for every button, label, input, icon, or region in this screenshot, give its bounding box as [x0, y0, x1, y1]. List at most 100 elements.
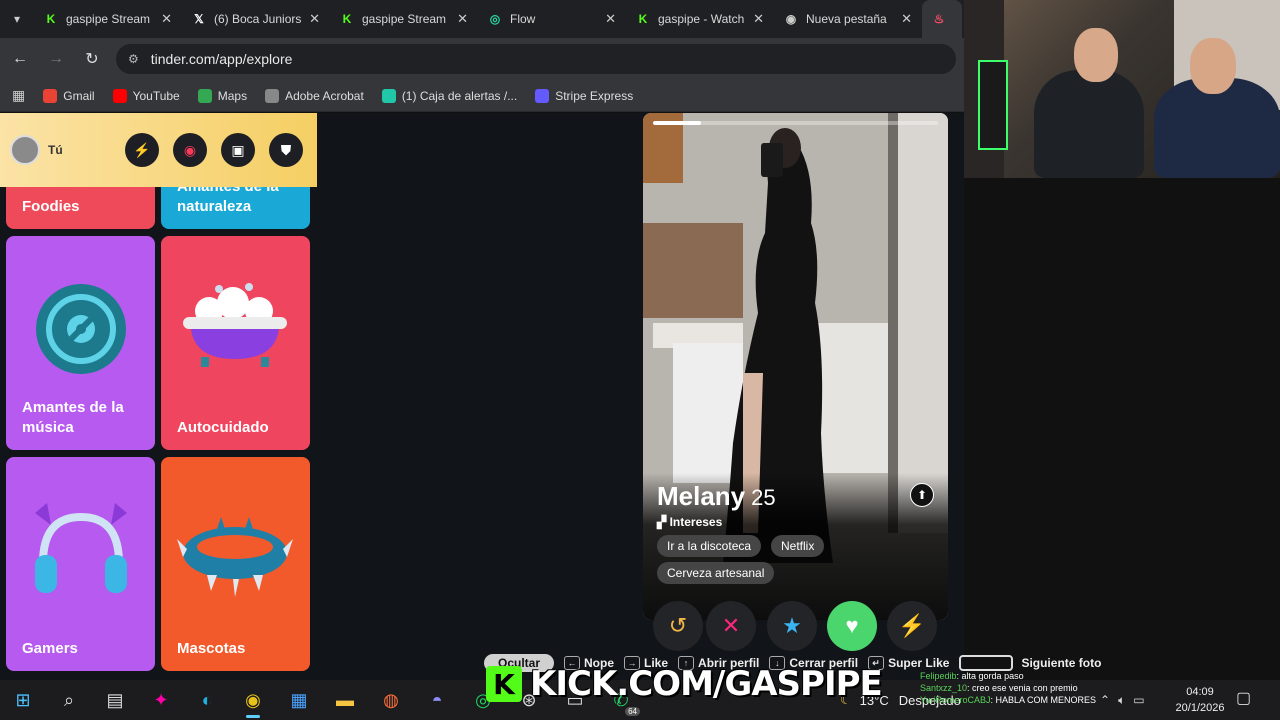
category-pets[interactable]: Mascotas — [161, 457, 310, 671]
rewind-icon: ↺ — [668, 613, 688, 638]
chat-message: Felipedib: alta gorda paso — [920, 670, 1220, 682]
store-icon[interactable]: ▦ — [276, 680, 322, 720]
open-profile-icon[interactable]: ⬆ — [910, 483, 934, 507]
close-tab-icon[interactable]: ✕ — [753, 11, 764, 27]
category-gamers[interactable]: Gamers — [6, 457, 155, 671]
kick-overlay: K KICK.COM/GASPIPE — [486, 664, 883, 704]
notifications-icon[interactable]: ▢ — [1236, 688, 1251, 708]
tab-0[interactable]: Kgaspipe Stream ✕ — [34, 0, 182, 38]
interest-chip: Ir a la discoteca — [657, 535, 762, 557]
search-icon[interactable]: ⌕ — [46, 680, 92, 720]
close-tab-icon[interactable]: ✕ — [901, 11, 912, 27]
x-icon: 𝕏 — [194, 12, 204, 26]
kick-icon: K — [342, 12, 352, 26]
tinder-page: Tú ⚡ ◉ ▣ ⛊ Foodies Amantes de la natural… — [0, 113, 964, 680]
tab-6[interactable]: ♨Ex — [922, 0, 962, 38]
back-button[interactable]: ← — [4, 50, 36, 68]
start-icon[interactable]: ⊞ — [0, 680, 46, 720]
tab-4[interactable]: Kgaspipe - Watch ✕ — [626, 0, 774, 38]
tab-title: gaspipe Stream — [362, 12, 447, 26]
super-like-button[interactable]: ★ — [767, 601, 817, 651]
category-nature[interactable]: Amantes de la naturaleza — [161, 187, 310, 229]
discord-icon[interactable]: ◓ — [414, 680, 460, 720]
boost-button[interactable]: ⚡ — [887, 601, 937, 651]
apps-icon[interactable]: ▦ — [12, 87, 25, 104]
shield-icon[interactable]: ⛊ — [269, 133, 303, 167]
user-label: Tú — [48, 143, 63, 157]
site-settings-icon[interactable]: ⚙ — [128, 52, 139, 66]
bookmark-item[interactable]: Stripe Express — [535, 88, 633, 103]
like-icon: ♥ — [845, 613, 859, 638]
stripe-icon — [535, 88, 550, 103]
explorer-icon[interactable]: ▬ — [322, 680, 368, 720]
address-bar[interactable]: ⚙ tinder.com/app/explore — [116, 44, 956, 74]
interest-chip: Netflix — [771, 535, 825, 557]
alerts-icon — [381, 88, 396, 103]
firefox-icon[interactable]: ◍ — [368, 680, 414, 720]
chat-text: : alta gorda paso — [956, 671, 1024, 681]
task-view-icon[interactable]: ▤ — [92, 680, 138, 720]
tab-3[interactable]: ◎ Flow ✕ — [478, 0, 626, 38]
close-tab-icon[interactable]: ✕ — [457, 11, 468, 27]
shortcut-super-like: Super Like — [888, 656, 950, 670]
explore-icon[interactable]: ◉ — [173, 133, 207, 167]
tab-5[interactable]: ◉ Nueva pestaña ✕ — [774, 0, 922, 38]
like-button[interactable]: ♥ — [827, 601, 877, 651]
category-music[interactable]: Amantes de la música — [6, 236, 155, 450]
headphones-icon — [35, 503, 127, 593]
profile-card[interactable]: Melany 25 ⬆ ▞ Intereses Ir a la discotec… — [643, 113, 948, 620]
bookmark-item[interactable]: YouTube — [112, 88, 180, 103]
shortcut-next-photo: Siguiente foto — [1021, 656, 1102, 670]
kick-icon: K — [46, 12, 56, 26]
bathtub-icon — [183, 283, 287, 367]
close-tab-icon[interactable]: ✕ — [309, 11, 320, 27]
screen: ▾ Kgaspipe Stream ✕ 𝕏 (6) Boca Juniors ✕ Kgas… — [0, 0, 1280, 720]
bookmark-item[interactable]: Gmail — [43, 88, 95, 103]
chat-username: Santxzz_10 — [920, 683, 968, 693]
tab-search-button[interactable]: ▾ — [0, 4, 34, 34]
bookmark-item[interactable]: Maps — [197, 88, 248, 103]
browser-toolbar: ← → ↻ ⚙ tinder.com/app/explore — [0, 38, 964, 80]
tab-1[interactable]: 𝕏 (6) Boca Juniors ✕ — [182, 0, 330, 38]
streamer-left-head — [1074, 28, 1118, 82]
tab-title: Flow — [510, 12, 536, 26]
kick-logo: K — [486, 666, 522, 702]
category-foodies[interactable]: Foodies — [6, 187, 155, 229]
rewind-button[interactable]: ↺ — [653, 601, 703, 651]
copilot-icon[interactable]: ✦ — [138, 680, 184, 720]
bookmark-label: Maps — [217, 88, 248, 103]
chat-username: YuriRomeroCABJ — [920, 695, 991, 705]
close-tab-icon[interactable]: ✕ — [161, 11, 172, 27]
bookmarks-bar: ▦ Gmail YouTube Maps Adobe Acrobat (1) Caja … — [0, 80, 964, 112]
forward-button[interactable]: → — [40, 50, 72, 68]
tab-title: gaspipe - Watch — [658, 12, 745, 26]
chrome-icon: ◉ — [785, 12, 797, 26]
edge-icon[interactable]: ◐ — [184, 680, 230, 720]
sidebar-header: Tú ⚡ ◉ ▣ ⛊ — [0, 113, 317, 187]
avatar[interactable] — [10, 135, 40, 165]
profile-name-row: Melany 25 — [657, 481, 776, 512]
tab-title: Nueva pestaña — [806, 12, 887, 26]
chat-text: : creo ese venia con premio — [967, 683, 1078, 693]
category-selfcare[interactable]: Autocuidado — [161, 236, 310, 450]
notification-badge: 64 — [625, 707, 640, 716]
close-tab-icon[interactable]: ✕ — [605, 11, 616, 27]
streamer-left — [1034, 70, 1144, 178]
chrome-icon[interactable]: ◉ — [230, 680, 276, 720]
bookmark-item[interactable]: Adobe Acrobat — [265, 88, 364, 103]
space-key-icon — [959, 655, 1014, 671]
chat-overlay: Felipedib: alta gorda paso Santxzz_10: cr… — [920, 670, 1220, 706]
bookmark-label: Adobe Acrobat — [285, 88, 364, 103]
briefcase-icon[interactable]: ▣ — [221, 133, 255, 167]
tab-title: gaspipe Stream — [66, 12, 151, 26]
maps-icon — [197, 88, 212, 103]
url-text: tinder.com/app/explore — [150, 51, 293, 67]
bookmark-item[interactable]: (1) Caja de alertas /... — [381, 88, 517, 103]
nope-button[interactable]: ✕ — [706, 601, 756, 651]
bolt-icon[interactable]: ⚡ — [125, 133, 159, 167]
webcam-overlay — [964, 0, 1280, 178]
reload-button[interactable]: ↻ — [76, 49, 108, 69]
interests-icon: ▞ — [657, 515, 667, 529]
tab-2[interactable]: Kgaspipe Stream ✕ — [330, 0, 478, 38]
tab-strip: ▾ Kgaspipe Stream ✕ 𝕏 (6) Boca Juniors ✕ Kgas… — [0, 0, 964, 38]
